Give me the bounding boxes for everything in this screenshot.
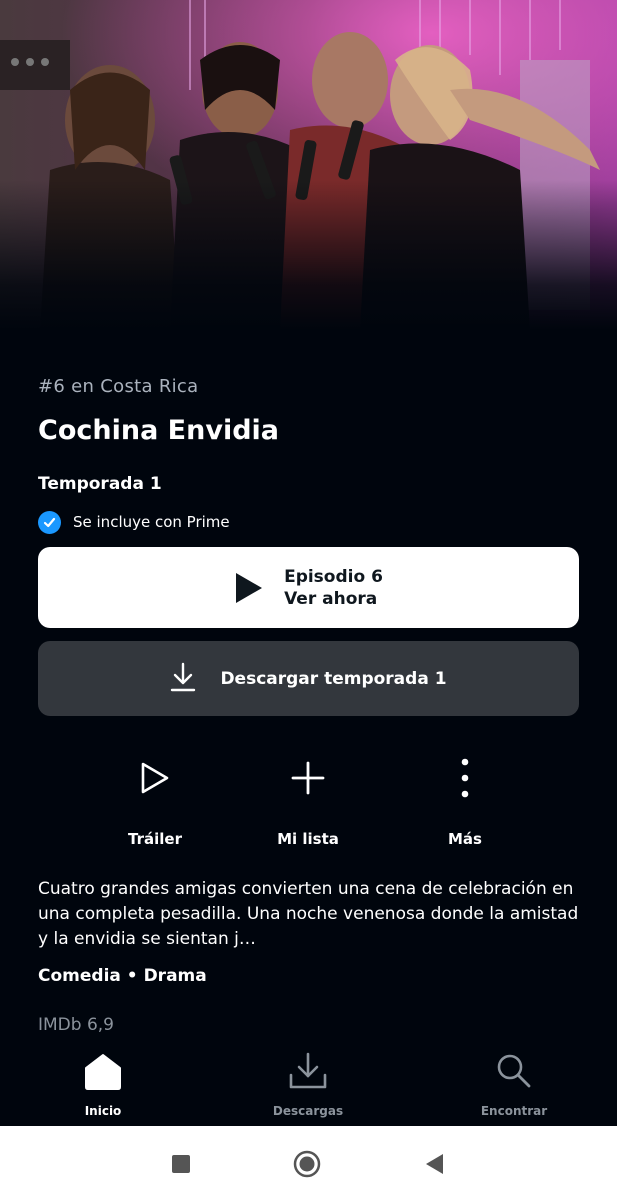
download-season-button[interactable]: Descargar temporada 1 xyxy=(38,641,579,716)
checkmark-badge-icon xyxy=(38,510,61,534)
prime-included-row: Se incluye con Prime xyxy=(38,510,230,534)
play-outline-icon xyxy=(135,750,175,806)
detail-screen: #6 en Costa Rica Cochina Envidia Tempora… xyxy=(0,0,617,1200)
download-icon xyxy=(287,1050,329,1092)
bottom-navigation: Inicio Descargas Encontrar xyxy=(0,1040,617,1126)
more-label: Más xyxy=(448,830,482,848)
download-season-label: Descargar temporada 1 xyxy=(220,668,447,689)
more-options-button[interactable]: Más xyxy=(405,750,525,860)
play-episode-button[interactable]: Episodio 6 Ver ahora xyxy=(38,547,579,628)
page-title: Cochina Envidia xyxy=(38,415,280,446)
action-row: Tráiler Mi lista Más xyxy=(0,750,617,860)
nav-downloads-label: Descargas xyxy=(272,1104,344,1118)
prime-included-text: Se incluye con Prime xyxy=(73,513,230,531)
back-triangle-icon[interactable] xyxy=(420,1150,448,1178)
nav-home[interactable]: Inicio xyxy=(43,1050,163,1118)
synopsis-text[interactable]: Cuatro grandes amigas convierten una cen… xyxy=(38,877,583,952)
ranking-label: #6 en Costa Rica xyxy=(38,376,199,397)
my-list-label: Mi lista xyxy=(277,830,339,848)
episode-label: Episodio 6 xyxy=(284,566,383,587)
nav-downloads[interactable]: Descargas xyxy=(248,1050,368,1118)
trailer-button[interactable]: Tráiler xyxy=(95,750,215,860)
play-button-text: Episodio 6 Ver ahora xyxy=(284,567,383,609)
search-icon xyxy=(493,1050,535,1092)
season-selector[interactable]: Temporada 1 xyxy=(38,474,162,494)
add-to-list-button[interactable]: Mi lista xyxy=(248,750,368,860)
recent-apps-icon[interactable] xyxy=(167,1150,195,1178)
nav-search-label: Encontrar xyxy=(480,1104,548,1118)
android-system-bar xyxy=(0,1126,617,1200)
watch-now-label: Ver ahora xyxy=(284,588,378,609)
plus-icon xyxy=(288,750,328,806)
nav-search[interactable]: Encontrar xyxy=(454,1050,574,1118)
hero-image xyxy=(0,0,617,330)
trailer-label: Tráiler xyxy=(128,830,182,848)
nav-home-label: Inicio xyxy=(84,1104,122,1118)
play-icon xyxy=(234,571,264,605)
home-circle-icon[interactable] xyxy=(293,1150,321,1178)
imdb-rating: IMDb 6,9 xyxy=(38,1015,115,1035)
download-icon xyxy=(170,662,196,696)
more-vertical-icon xyxy=(445,750,485,806)
home-icon xyxy=(82,1050,124,1092)
hero-fade-overlay xyxy=(0,180,617,330)
genre-list: Comedia • Drama xyxy=(38,966,207,986)
